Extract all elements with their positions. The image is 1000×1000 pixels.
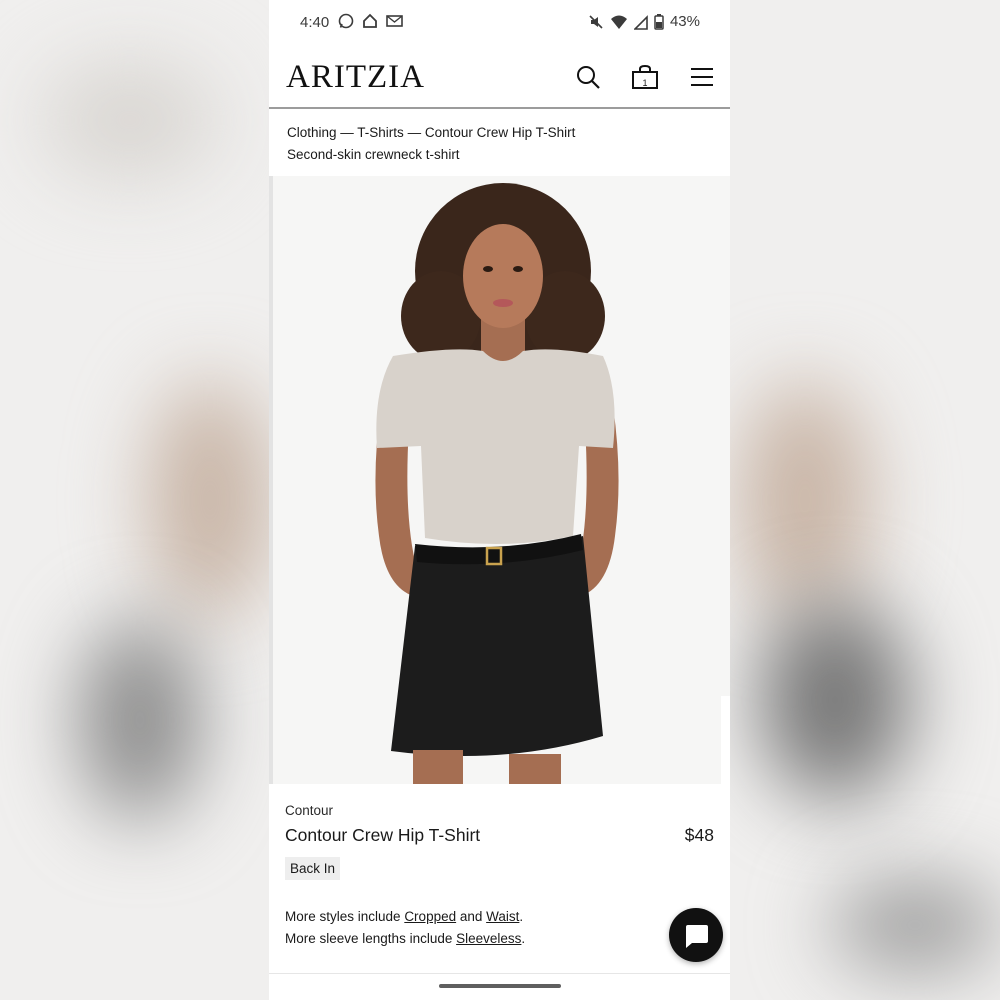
back-in-badge: Back In — [285, 857, 341, 880]
model-illustration — [273, 176, 730, 784]
search-icon — [577, 66, 600, 89]
more-styles-period: . — [519, 909, 524, 924]
chat-button[interactable] — [669, 908, 723, 962]
more-styles-and: and — [456, 909, 487, 924]
gesture-nav-bar[interactable] — [439, 984, 561, 988]
search-button[interactable] — [573, 62, 603, 92]
breadcrumb-current: Contour Crew Hip T-Shirt — [424, 125, 576, 140]
product-subtitle: Second-skin crewneck t-shirt — [287, 147, 460, 162]
chat-icon — [686, 925, 708, 948]
wifi-icon — [610, 15, 627, 29]
breadcrumb-separator: — — [336, 125, 358, 140]
sleeve-lengths-period: . — [521, 931, 526, 946]
breadcrumb-separator: — — [403, 125, 425, 140]
signal-icon — [633, 14, 648, 30]
breadcrumb-tshirts[interactable]: T-Shirts — [357, 125, 404, 140]
sleeve-lengths-prefix: More sleeve lengths include — [285, 931, 457, 946]
status-bar: 4:40 43% — [269, 0, 730, 44]
site-header: ARITZIA 1 — [269, 44, 730, 109]
battery-icon — [654, 13, 664, 30]
sleeveless-link[interactable]: Sleeveless — [456, 931, 521, 946]
battery-level: 43% — [669, 13, 700, 30]
menu-button[interactable] — [687, 62, 717, 92]
breadcrumb-clothing[interactable]: Clothing — [287, 125, 337, 140]
mute-icon — [589, 14, 603, 29]
breadcrumb: Clothing — T-Shirts — Contour Crew Hip T… — [287, 122, 575, 144]
menu-icon — [691, 68, 713, 86]
mail-icon — [386, 15, 403, 27]
waist-link[interactable]: Waist — [486, 909, 519, 924]
home-icon — [363, 13, 377, 28]
aritzia-logo[interactable]: ARITZIA — [286, 59, 425, 96]
more-styles-prefix: More styles include — [285, 909, 405, 924]
product-brand: Contour — [285, 803, 334, 818]
cart-count: 1 — [642, 78, 648, 88]
more-styles-text: More styles include Cropped and Waist. M… — [285, 906, 525, 950]
product-price: $48 — [684, 825, 714, 845]
phone-screen: 4:40 43% ARITZIA 1 Clothing — T-Shirts —… — [269, 0, 730, 1000]
product-image[interactable] — [269, 176, 730, 784]
cropped-link[interactable]: Cropped — [404, 909, 456, 924]
product-info: Contour Contour Crew Hip T-Shirt $48 Bac… — [269, 784, 730, 974]
whatsapp-icon — [338, 13, 354, 29]
status-time: 4:40 — [300, 14, 330, 31]
product-name: Contour Crew Hip T-Shirt — [285, 825, 481, 845]
